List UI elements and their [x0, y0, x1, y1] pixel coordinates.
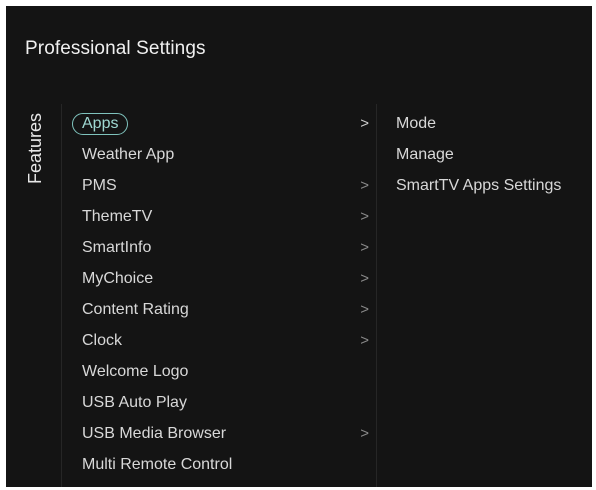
menu-item-label: USB Media Browser: [82, 425, 227, 442]
menu-item-label: Welcome Logo: [82, 363, 189, 380]
chevron-right-icon: >: [360, 270, 369, 287]
features-side-label: Features: [18, 108, 54, 188]
menu-item-label: PMS: [82, 177, 117, 194]
menu-item-mychoice[interactable]: MyChoice >: [68, 263, 373, 294]
menu-item-label: USB Auto Play: [82, 394, 187, 411]
apps-submenu: Mode Manage SmartTV Apps Settings: [396, 108, 586, 201]
menu-item-usb-auto-play[interactable]: USB Auto Play: [68, 387, 373, 418]
left-divider: [61, 104, 62, 487]
chevron-right-icon: >: [360, 177, 369, 194]
chevron-right-icon: >: [360, 301, 369, 318]
menu-item-themetv[interactable]: ThemeTV >: [68, 201, 373, 232]
chevron-right-icon: >: [360, 115, 369, 132]
menu-item-label: Apps: [72, 112, 129, 135]
menu-item-weather-app[interactable]: Weather App: [68, 139, 373, 170]
menu-item-clock[interactable]: Clock >: [68, 325, 373, 356]
menu-item-label: Multi Remote Control: [82, 456, 233, 473]
page-title: Professional Settings: [25, 38, 206, 59]
menu-item-pms[interactable]: PMS >: [68, 170, 373, 201]
tv-screen: Professional Settings Features Apps > We…: [6, 6, 592, 487]
right-divider: [376, 104, 377, 487]
submenu-item-mode[interactable]: Mode: [396, 108, 586, 139]
menu-item-content-rating[interactable]: Content Rating >: [68, 294, 373, 325]
menu-item-label: Weather App: [82, 146, 175, 163]
menu-item-welcome-logo[interactable]: Welcome Logo: [68, 356, 373, 387]
submenu-item-smarttv-apps-settings[interactable]: SmartTV Apps Settings: [396, 170, 586, 201]
chevron-right-icon: >: [360, 332, 369, 349]
menu-item-multi-remote-control[interactable]: Multi Remote Control: [68, 449, 373, 480]
menu-item-label: Content Rating: [82, 301, 189, 318]
menu-item-label: ThemeTV: [82, 208, 153, 225]
chevron-right-icon: >: [360, 239, 369, 256]
menu-item-smartinfo[interactable]: SmartInfo >: [68, 232, 373, 263]
menu-item-usb-media-browser[interactable]: USB Media Browser >: [68, 418, 373, 449]
chevron-right-icon: >: [360, 208, 369, 225]
features-menu: Apps > Weather App PMS > ThemeTV > Smart…: [68, 108, 373, 480]
chevron-right-icon: >: [360, 425, 369, 442]
menu-item-label: SmartInfo: [82, 239, 152, 256]
menu-item-label: MyChoice: [82, 270, 154, 287]
menu-item-apps[interactable]: Apps >: [68, 108, 373, 139]
features-label-text: Features: [25, 112, 46, 184]
submenu-item-manage[interactable]: Manage: [396, 139, 586, 170]
menu-item-label: Clock: [82, 332, 123, 349]
